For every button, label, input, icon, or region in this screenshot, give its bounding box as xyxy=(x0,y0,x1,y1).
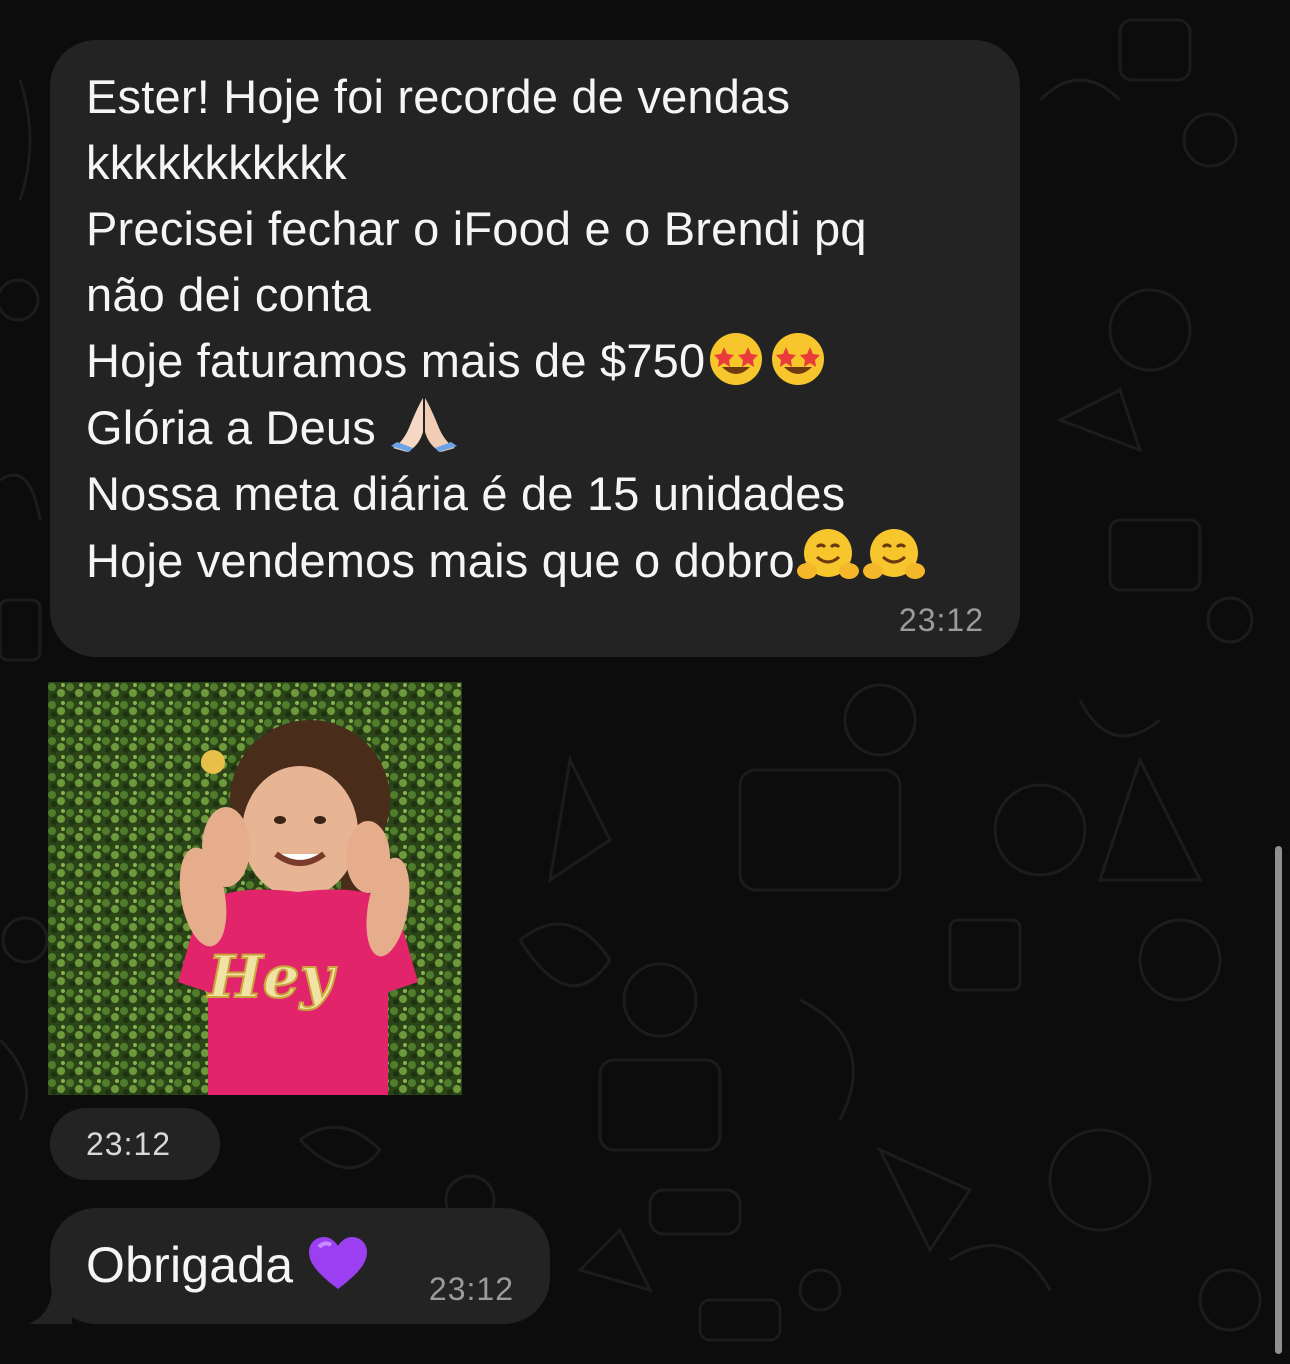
message-line: Ester! Hoje foi recorde de vendas xyxy=(86,70,791,123)
incoming-message-bubble[interactable]: Ester! Hoje foi recorde de vendas kkkkkk… xyxy=(50,40,1020,657)
message-line: kkkkkkkkkkk xyxy=(86,136,347,189)
message-line: Hoje vendemos mais que o dobro xyxy=(86,534,795,587)
image-timestamp-pill: 23:12 xyxy=(50,1108,220,1180)
incoming-message-bubble[interactable]: Obrigada 23:12 xyxy=(50,1208,550,1324)
star-struck-icon xyxy=(772,333,825,385)
hugging-face-icon xyxy=(862,529,925,579)
star-struck-icon xyxy=(710,333,763,385)
message-line: Nossa meta diária é de 15 unidades xyxy=(86,467,846,520)
hugging-face-icon xyxy=(796,529,859,579)
message-line: Glória a Deus xyxy=(86,401,376,454)
purple-heart-icon xyxy=(309,1236,368,1289)
message-line: não dei conta xyxy=(86,268,371,321)
message-timestamp: 23:12 xyxy=(86,1126,172,1162)
message-text: Ester! Hoje foi recorde de vendas kkkkkk… xyxy=(86,64,984,594)
message-timestamp: 23:12 xyxy=(898,602,984,638)
chat-view: Ester! Hoje foi recorde de vendas kkkkkk… xyxy=(0,0,1290,1364)
shirt-text: Hey xyxy=(206,943,338,1011)
scrollbar[interactable] xyxy=(1275,846,1282,1354)
message-line: Obrigada xyxy=(86,1237,294,1293)
message-line: Precisei fechar o iFood e o Brendi pq xyxy=(86,202,867,255)
child-photo: Hey xyxy=(48,682,462,1095)
folded-hands-icon xyxy=(391,398,458,452)
message-line: Hoje faturamos mais de $750 xyxy=(86,334,706,387)
message-timestamp: 23:12 xyxy=(428,1271,514,1307)
image-message[interactable]: Hey xyxy=(48,682,462,1095)
